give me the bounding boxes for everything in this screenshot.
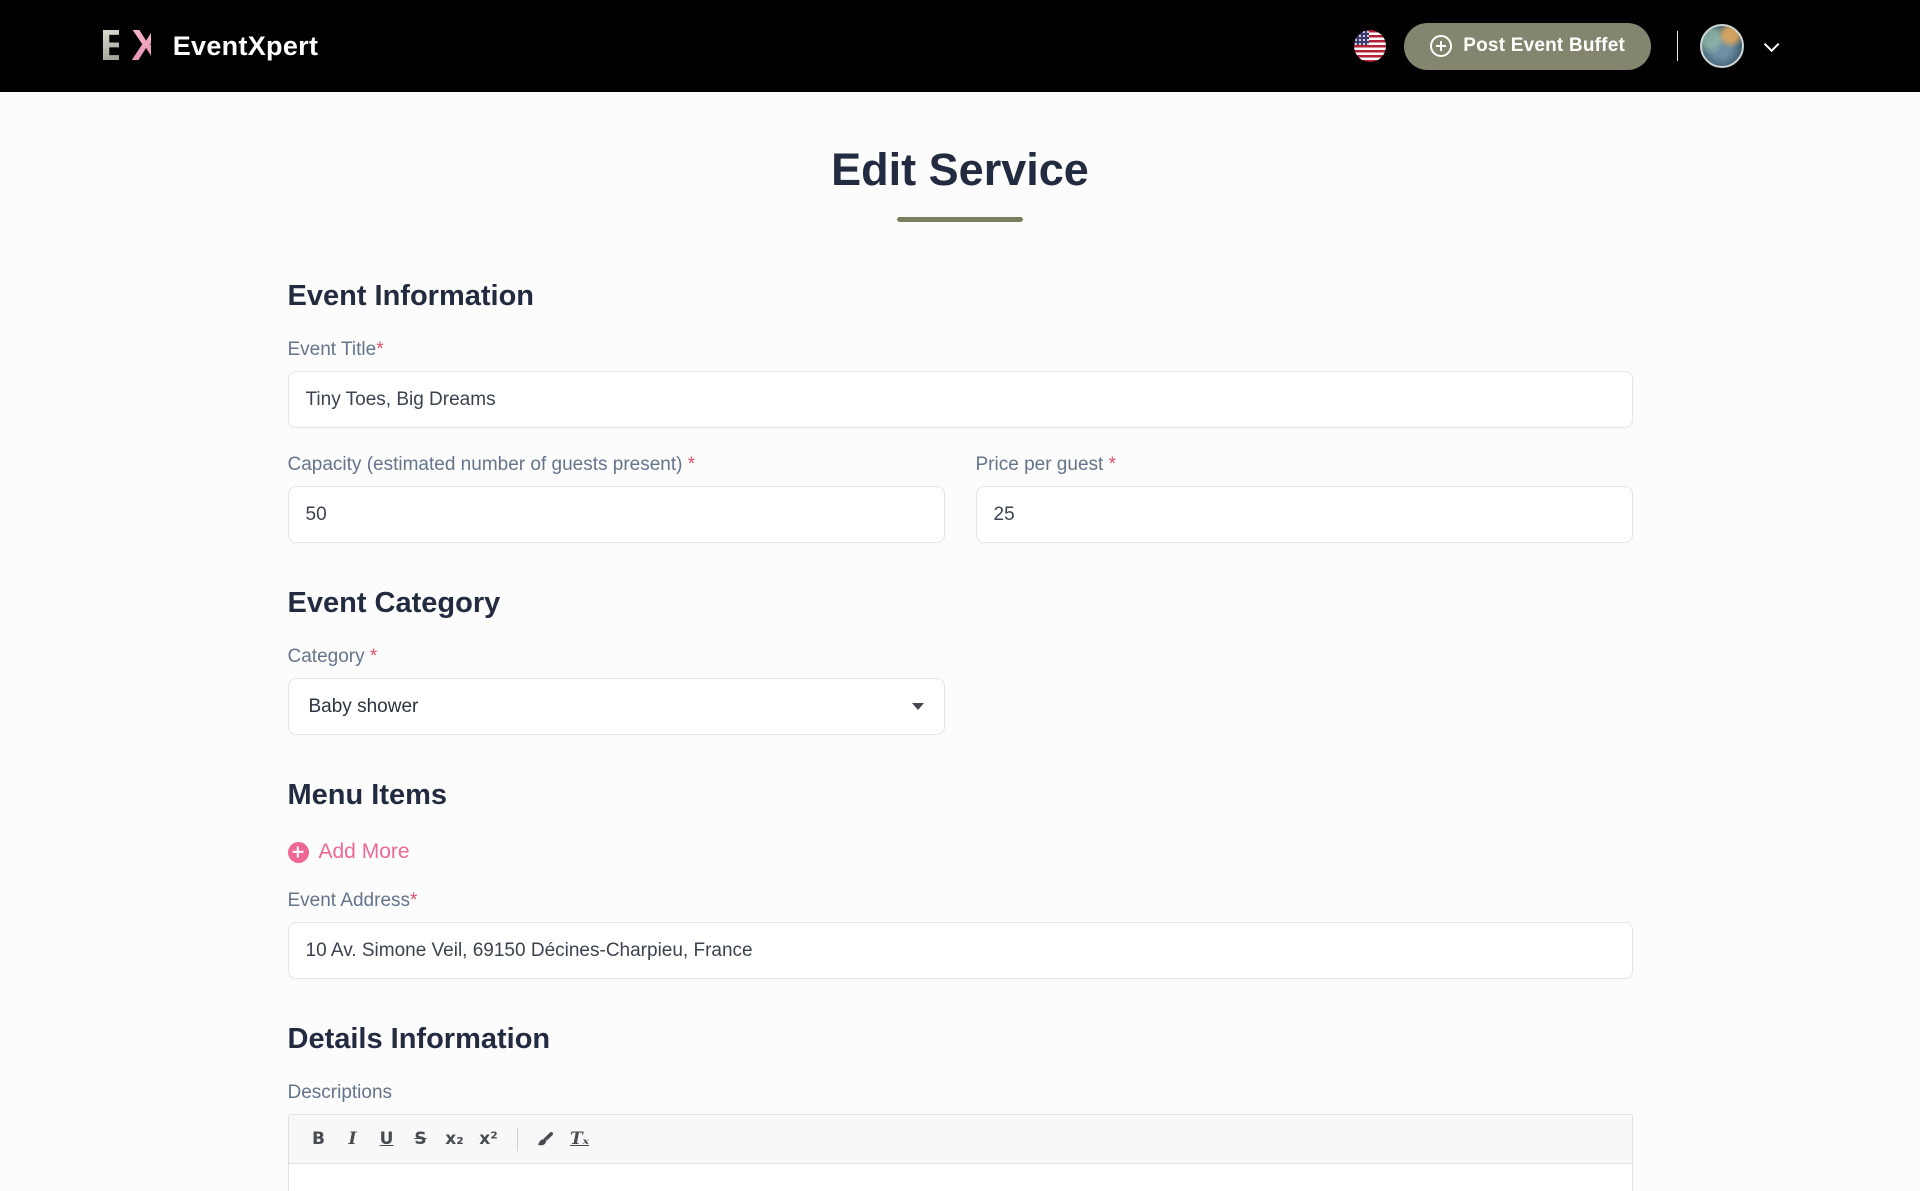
price-per-guest-input[interactable] xyxy=(976,486,1633,543)
underline-button[interactable]: U xyxy=(371,1122,403,1156)
paint-brush-icon xyxy=(537,1130,555,1148)
paint-format-button[interactable] xyxy=(530,1122,562,1156)
capacity-input[interactable] xyxy=(288,486,945,543)
price-per-guest-label: Price per guest * xyxy=(976,454,1633,476)
user-avatar[interactable] xyxy=(1700,24,1744,68)
required-asterisk: * xyxy=(376,339,383,360)
add-more-button[interactable]: Add More xyxy=(288,840,410,864)
category-select[interactable]: Baby shower xyxy=(288,678,945,735)
event-address-label: Event Address* xyxy=(288,890,1633,912)
capacity-label: Capacity (estimated number of guests pre… xyxy=(288,454,945,476)
brand-name: EventXpert xyxy=(173,31,319,62)
section-heading-details-information: Details Information xyxy=(288,1023,1633,1056)
navbar-right-group: Post Event Buffet xyxy=(1354,23,1775,70)
language-flag-us-icon[interactable] xyxy=(1354,30,1386,62)
price-field: Price per guest * xyxy=(976,428,1633,543)
title-underline xyxy=(897,217,1023,222)
remove-format-button[interactable]: Tₓ xyxy=(564,1122,596,1156)
event-title-label: Event Title* xyxy=(288,339,1633,361)
event-title-input[interactable] xyxy=(288,371,1633,428)
logo-ex-icon: EX xyxy=(100,24,151,68)
flag-canton xyxy=(1354,30,1369,45)
toolbar-divider xyxy=(517,1127,518,1151)
capacity-field: Capacity (estimated number of guests pre… xyxy=(288,428,945,543)
required-asterisk: * xyxy=(410,890,417,911)
chevron-down-icon[interactable] xyxy=(1764,36,1780,52)
brand-logo[interactable]: EX EventXpert xyxy=(100,24,318,68)
editor-toolbar: B I U S x₂ x² Tₓ xyxy=(288,1114,1633,1164)
description-rich-text-editor: B I U S x₂ x² Tₓ Celebrate the arrival o… xyxy=(288,1114,1633,1191)
add-more-label: Add More xyxy=(319,840,410,864)
superscript-button[interactable]: x² xyxy=(473,1122,505,1156)
required-asterisk: * xyxy=(370,646,377,667)
bold-button[interactable]: B xyxy=(303,1122,335,1156)
section-heading-event-information: Event Information xyxy=(288,280,1633,313)
descriptions-label: Descriptions xyxy=(288,1082,1633,1104)
strikethrough-button[interactable]: S xyxy=(405,1122,437,1156)
category-selected-value: Baby shower xyxy=(309,696,419,718)
post-event-buffet-label: Post Event Buffet xyxy=(1463,35,1625,57)
top-navbar: EX EventXpert Post Event Buffet xyxy=(0,0,1920,92)
logo-letter-e: E xyxy=(100,24,119,68)
italic-button[interactable]: I xyxy=(337,1122,369,1156)
page-title: Edit Service xyxy=(0,144,1920,196)
subscript-button[interactable]: x₂ xyxy=(439,1122,471,1156)
plus-circle-icon xyxy=(288,842,309,863)
event-address-input[interactable] xyxy=(288,922,1633,979)
category-label: Category * xyxy=(288,646,1633,668)
required-asterisk: * xyxy=(688,454,695,475)
plus-circle-icon xyxy=(1430,35,1452,57)
section-heading-menu-items: Menu Items xyxy=(288,779,1633,812)
section-heading-event-category: Event Category xyxy=(288,587,1633,620)
select-caret-icon xyxy=(912,703,924,710)
logo-letter-x: X xyxy=(131,24,150,68)
required-asterisk: * xyxy=(1109,454,1116,475)
post-event-buffet-button[interactable]: Post Event Buffet xyxy=(1404,23,1651,70)
edit-service-form: Event Information Event Title* Capacity … xyxy=(288,280,1633,1191)
navbar-divider xyxy=(1677,31,1678,61)
editor-content[interactable]: Celebrate the arrival of a new baby. xyxy=(288,1164,1633,1191)
